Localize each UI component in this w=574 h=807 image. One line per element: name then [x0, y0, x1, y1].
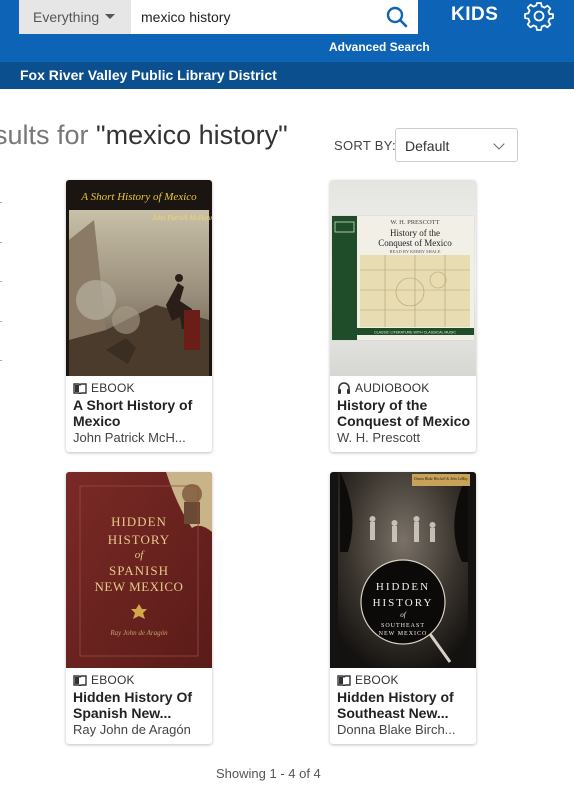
divider: [0, 242, 2, 243]
item-author[interactable]: W. H. Prescott: [337, 430, 471, 445]
chevron-down-icon: [493, 138, 505, 150]
book-cover[interactable]: A Short History of Mexico John Patrick M…: [66, 180, 212, 376]
cover-title-line: NEW MEXICO: [95, 579, 184, 594]
sort-select[interactable]: Default: [395, 128, 518, 162]
cover-title: A Short History of Mexico: [80, 191, 197, 203]
item-title[interactable]: Hidden History of Southeast New...: [337, 689, 471, 721]
kids-link[interactable]: KIDS: [451, 4, 498, 26]
results-heading: sults for "mexico history": [0, 120, 288, 151]
cover-title-line: SOUTHEAST: [381, 623, 425, 629]
book-cover[interactable]: HIDDEN HISTORY of SPANISH NEW MEXICO Ray…: [66, 472, 212, 668]
item-title[interactable]: A Short History of Mexico: [73, 397, 207, 429]
cover-authors: Donna Blake Birchell & John LeMay: [413, 477, 468, 481]
library-bar: Fox River Valley Public Library District: [0, 62, 574, 89]
book-cover[interactable]: W. H. PRESCOTT History of the Conquest o…: [330, 180, 476, 376]
book-icon: [73, 675, 87, 687]
headphones-icon: [338, 382, 350, 394]
results-count: Showing 1 - 4 of 4: [216, 766, 321, 781]
search-button[interactable]: [380, 2, 414, 32]
format-label: EBOOK: [337, 673, 399, 687]
item-title[interactable]: History of the Conquest of Mexico: [337, 397, 471, 429]
book-cover[interactable]: Donna Blake Birchell & John LeMay HIDDEN…: [330, 472, 476, 668]
caret-down-icon: [105, 14, 116, 19]
item-author[interactable]: Donna Blake Birch...: [337, 722, 471, 737]
search-scope-label: Everything: [33, 9, 100, 25]
format-text: EBOOK: [91, 673, 135, 687]
cover-reader: READ BY KERRY SHALE: [389, 249, 440, 254]
cover-band: CLASSIC LITERATURE WITH CLASSICAL MUSIC: [374, 331, 456, 335]
format-text: EBOOK: [355, 673, 399, 687]
result-card[interactable]: W. H. PRESCOTT History of the Conquest o…: [330, 180, 476, 452]
advanced-search-link[interactable]: Advanced Search: [329, 40, 430, 54]
format-label: EBOOK: [73, 673, 135, 687]
format-text: EBOOK: [91, 381, 135, 395]
sort-label: SORT BY:: [334, 138, 396, 153]
divider: [0, 321, 2, 322]
settings-button[interactable]: [523, 0, 555, 32]
sort-value: Default: [405, 138, 450, 154]
result-card[interactable]: HIDDEN HISTORY of SPANISH NEW MEXICO Ray…: [66, 472, 212, 744]
cover-author: W. H. PRESCOTT: [390, 219, 439, 226]
cover-title-line: SPANISH: [109, 563, 169, 578]
divider: [0, 202, 2, 203]
item-title[interactable]: Hidden History Of Spanish New...: [73, 689, 207, 721]
svg-text:History of the: History of the: [390, 228, 440, 238]
format-text: AUDIOBOOK: [355, 381, 430, 395]
search-input[interactable]: [131, 0, 418, 34]
gear-icon: [524, 2, 554, 31]
svg-text:Conquest of Mexico: Conquest of Mexico: [378, 238, 452, 248]
result-card[interactable]: A Short History of Mexico John Patrick M…: [66, 180, 212, 452]
cover-author: Ray John de Aragón: [109, 629, 168, 637]
format-label: AUDIOBOOK: [337, 381, 429, 395]
search-icon: [386, 6, 408, 28]
cover-title-line: HIDDEN: [111, 514, 167, 529]
item-author[interactable]: John Patrick McH...: [73, 430, 207, 445]
format-label: EBOOK: [73, 381, 135, 395]
item-author[interactable]: Ray John de Aragón: [73, 722, 207, 737]
divider: [0, 360, 2, 361]
top-bar: Everything Advanced Search KIDS: [0, 0, 574, 62]
book-icon: [73, 383, 87, 395]
library-name[interactable]: Fox River Valley Public Library District: [20, 67, 277, 83]
cover-title-line: HIDDEN: [376, 581, 430, 593]
book-icon: [337, 675, 351, 687]
cover-title-line: HISTORY: [108, 532, 170, 547]
cover-author: John Patrick McHenry: [152, 214, 212, 222]
result-card[interactable]: Donna Blake Birchell & John LeMay HIDDEN…: [330, 472, 476, 744]
divider: [0, 281, 2, 282]
cover-title-line: NEW MEXICO: [379, 631, 428, 637]
search-scope-dropdown[interactable]: Everything: [19, 0, 132, 34]
cover-title-line: HISTORY: [373, 597, 434, 609]
results-query: "mexico history": [96, 120, 288, 150]
results-heading-prefix: sults for: [0, 120, 97, 150]
